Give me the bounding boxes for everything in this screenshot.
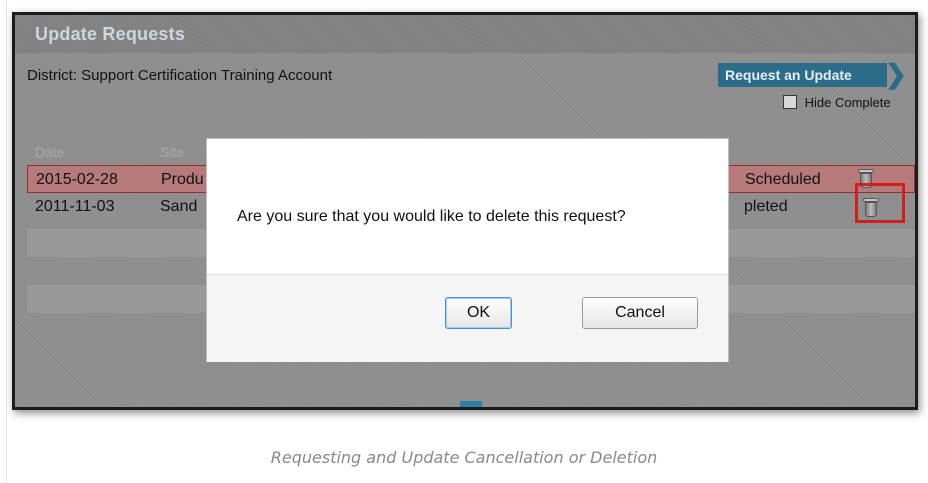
page-left-rule xyxy=(6,0,7,483)
trash-icon[interactable] xyxy=(863,198,879,218)
hide-complete-toggle[interactable]: Hide Complete xyxy=(783,95,891,110)
row-status: pleted xyxy=(744,198,788,215)
hide-complete-label: Hide Complete xyxy=(804,95,891,110)
pagination-indicator[interactable] xyxy=(460,401,482,407)
checkbox-icon[interactable] xyxy=(783,95,797,109)
confirm-delete-dialog: Are you sure that you would like to dele… xyxy=(207,139,728,362)
cancel-button[interactable]: Cancel xyxy=(582,297,698,329)
figure-caption: Requesting and Update Cancellation or De… xyxy=(270,448,658,467)
dialog-message: Are you sure that you would like to dele… xyxy=(237,208,626,225)
ok-button[interactable]: OK xyxy=(445,297,512,329)
row-status: Scheduled xyxy=(745,171,821,188)
row-site: Produ xyxy=(161,171,204,188)
row-date: 2011-11-03 xyxy=(35,198,115,215)
column-site[interactable]: Site xyxy=(160,144,184,160)
chevron-right-icon: ❯ xyxy=(885,59,907,89)
column-date[interactable]: Date xyxy=(35,144,65,160)
update-requests-window: Update Requests District: Support Certif… xyxy=(12,12,918,410)
district-label: District: Support Certification Training… xyxy=(27,67,333,84)
row-site: Sand xyxy=(160,198,198,215)
request-update-label: Request an Update xyxy=(725,67,852,83)
row-date: 2015-02-28 xyxy=(36,171,118,188)
request-update-button[interactable]: Request an Update ❯ xyxy=(718,61,907,87)
panel-header: Update Requests xyxy=(15,15,915,53)
panel-title: Update Requests xyxy=(35,24,186,44)
